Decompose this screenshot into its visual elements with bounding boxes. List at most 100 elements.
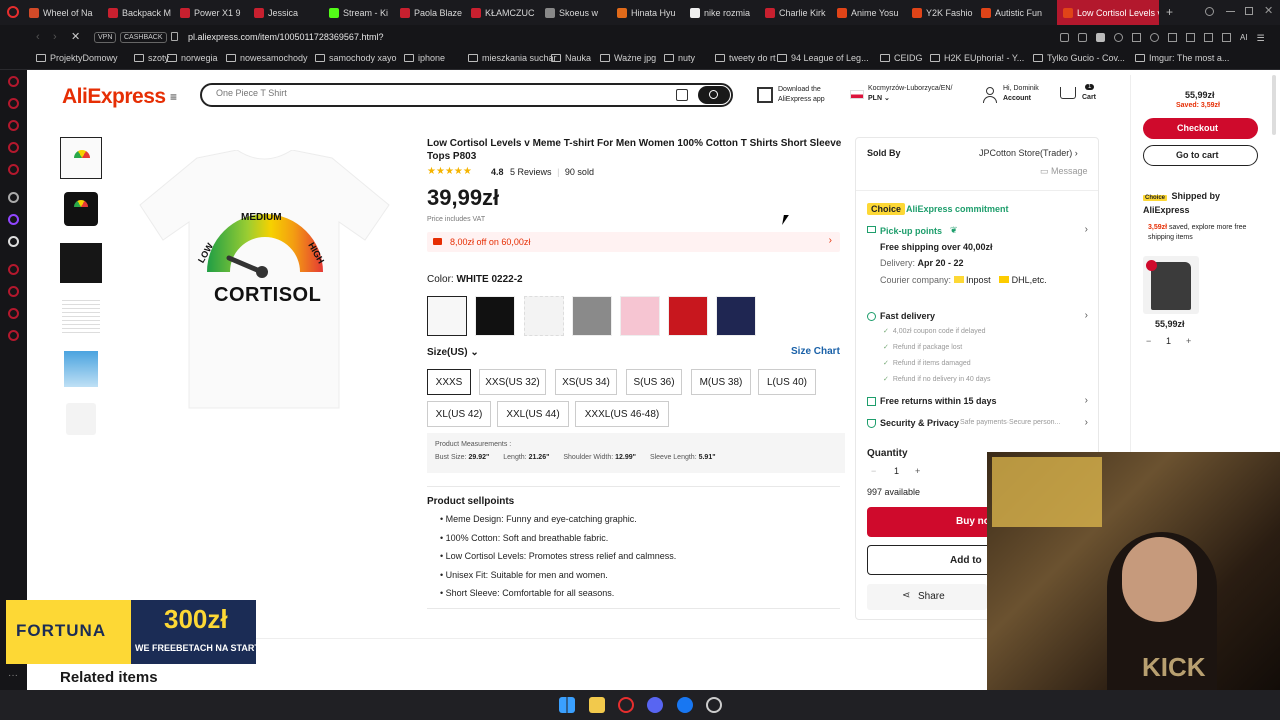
shipping-block[interactable]: Pick-up points ❦ › Free shipping over 40… (866, 224, 1088, 288)
browser-tab[interactable]: Stream - Ki (329, 0, 397, 25)
user-icon[interactable] (983, 87, 997, 103)
bookmark-item[interactable]: nuty (664, 53, 695, 63)
discord-icon[interactable] (647, 697, 663, 713)
bookmark-item[interactable]: 94 League of Leg... (777, 53, 869, 63)
size-label[interactable]: Size(US) ⌄ (427, 347, 479, 358)
sidebar-app-icon[interactable] (8, 308, 19, 319)
browser-tab[interactable]: KŁAMCZUC (471, 0, 539, 25)
checked-icon[interactable] (1146, 260, 1157, 271)
thumbnail-size-chart[interactable] (62, 297, 100, 333)
search-button[interactable] (698, 86, 730, 104)
locale-selector[interactable]: Kocmyrzów-Luborzyca/EN/ PLN ⌄ (868, 84, 952, 104)
product-main-image[interactable]: MEDIUM LOW HIGH CORTISOL (137, 149, 392, 412)
store-link[interactable]: JPCotton Store(Trader) › (979, 148, 1078, 158)
size-option[interactable]: XS(US 34) (555, 369, 617, 395)
bookmark-item[interactable]: CEIDG (880, 53, 923, 63)
browser-tab[interactable]: Charlie Kirk (765, 0, 833, 25)
bookmark-item[interactable]: Tylko Gucio - Cov... (1033, 53, 1125, 63)
bookmark-item[interactable]: norwegia (167, 53, 218, 63)
quantity-value[interactable]: 1 (894, 466, 899, 476)
maximize-icon[interactable] (1245, 7, 1253, 15)
close-icon[interactable]: ✕ (1264, 4, 1273, 17)
decrease-button[interactable]: − (871, 466, 876, 476)
bookmark-item[interactable]: Imgur: The most a... (1135, 53, 1229, 63)
sidebar-x-icon[interactable] (8, 236, 19, 247)
reviews-link[interactable]: 5 Reviews (510, 167, 552, 177)
share-button[interactable]: ⋖ Share (867, 584, 987, 610)
heart-icon[interactable] (1150, 33, 1159, 42)
size-option[interactable]: XXXL(US 46-48) (575, 401, 669, 427)
bookmark-item[interactable]: Nauka (551, 53, 591, 63)
camera-icon[interactable] (1186, 33, 1195, 42)
image-search-icon[interactable] (676, 89, 688, 101)
fast-delivery-row[interactable]: Fast delivery › (866, 310, 1088, 325)
sidebar-app-icon[interactable] (8, 142, 19, 153)
size-option[interactable]: XXS(US 32) (479, 369, 546, 395)
sidebar-app-icon[interactable] (8, 164, 19, 175)
color-swatch-pink[interactable] (620, 296, 660, 336)
sidebar-app-icon[interactable] (8, 120, 19, 131)
go-to-cart-button[interactable]: Go to cart (1143, 145, 1258, 166)
thumbnail-black[interactable] (64, 192, 98, 226)
browser-tab[interactable]: Wheel of Na (29, 0, 97, 25)
extension-icon[interactable] (1060, 33, 1069, 42)
security-row[interactable]: Security & Privacy Safe payments·Secure … (866, 417, 1088, 432)
url-field[interactable]: pl.aliexpress.com/item/1005011728369567.… (188, 32, 383, 42)
browser-tab[interactable]: Low Cortisol Levels v (1057, 0, 1159, 25)
back-icon[interactable]: ‹ (36, 31, 40, 43)
messenger-icon[interactable] (677, 697, 693, 713)
sidebar-app-icon[interactable] (8, 286, 19, 297)
vpn-badge[interactable]: VPN (94, 32, 117, 43)
bookmark-item[interactable]: szoty (134, 53, 169, 63)
increase-button[interactable]: + (1186, 336, 1191, 346)
download-icon[interactable] (1204, 33, 1213, 42)
ai-icon[interactable]: AI (1240, 33, 1248, 43)
opera-gx-icon[interactable] (618, 697, 634, 713)
sidebar-app-icon[interactable] (8, 264, 19, 275)
qr-code-icon[interactable] (757, 87, 773, 103)
thumbnail-black-fabric[interactable] (60, 243, 102, 283)
size-option[interactable]: S(US 36) (626, 369, 682, 395)
cashback-badge[interactable]: CASHBACK (120, 32, 167, 43)
sidebar-twitch-icon[interactable] (8, 214, 19, 225)
thumbnail-white-2[interactable] (66, 403, 96, 435)
bookmark-item[interactable]: mieszkania suchar (468, 53, 557, 63)
sidebar-app-icon[interactable] (8, 192, 19, 203)
size-chart-link[interactable]: Size Chart (791, 346, 840, 357)
bookmark-item[interactable]: Ważne jpg (600, 53, 656, 63)
sidebar-settings-icon[interactable] (8, 330, 19, 341)
browser-tab[interactable]: Y2K Fashio (912, 0, 980, 25)
browser-tab[interactable]: Hinata Hyu (617, 0, 685, 25)
file-explorer-icon[interactable] (589, 697, 605, 713)
color-swatch-red[interactable] (668, 296, 708, 336)
size-option[interactable]: XL(US 42) (427, 401, 491, 427)
shield-icon[interactable] (1096, 33, 1105, 42)
browser-tab[interactable]: Paola Blaze (400, 0, 468, 25)
cart-link[interactable]: 1 Cart (1060, 84, 1105, 106)
browser-tab[interactable]: Backpack M (108, 0, 176, 25)
extension-icon[interactable] (1222, 33, 1231, 42)
browser-tab[interactable]: Power X1 9 (180, 0, 248, 25)
size-option[interactable]: XXXS (427, 369, 471, 395)
fortuna-ad[interactable]: FORTUNA 300zł WE FREEBETACH NA START (6, 600, 260, 664)
checkout-button[interactable]: Checkout (1143, 118, 1258, 139)
sidebar-app-icon[interactable] (8, 98, 19, 109)
search-input[interactable] (216, 88, 656, 98)
color-swatch-gray[interactable] (572, 296, 612, 336)
stop-loading-icon[interactable]: ✕ (71, 30, 80, 43)
browser-tab[interactable]: Skoeus w (545, 0, 613, 25)
color-swatch-black[interactable] (475, 296, 515, 336)
color-swatch-navy[interactable] (716, 296, 756, 336)
forward-icon[interactable]: › (53, 31, 57, 43)
windows-start-icon[interactable] (559, 697, 575, 713)
search-tabs-icon[interactable] (1205, 7, 1214, 16)
browser-tab[interactable]: Autistic Fun (981, 0, 1049, 25)
bookmark-item[interactable]: nowesamochody (226, 53, 308, 63)
scrollbar[interactable] (1272, 75, 1276, 135)
steam-icon[interactable] (706, 697, 722, 713)
rating-stars[interactable]: ★★★★★ (427, 166, 472, 177)
decrease-button[interactable]: − (1146, 336, 1151, 346)
browser-tab[interactable]: nike rozmia (690, 0, 758, 25)
free-returns-row[interactable]: Free returns within 15 days › (866, 395, 1088, 410)
size-option[interactable]: M(US 38) (691, 369, 751, 395)
